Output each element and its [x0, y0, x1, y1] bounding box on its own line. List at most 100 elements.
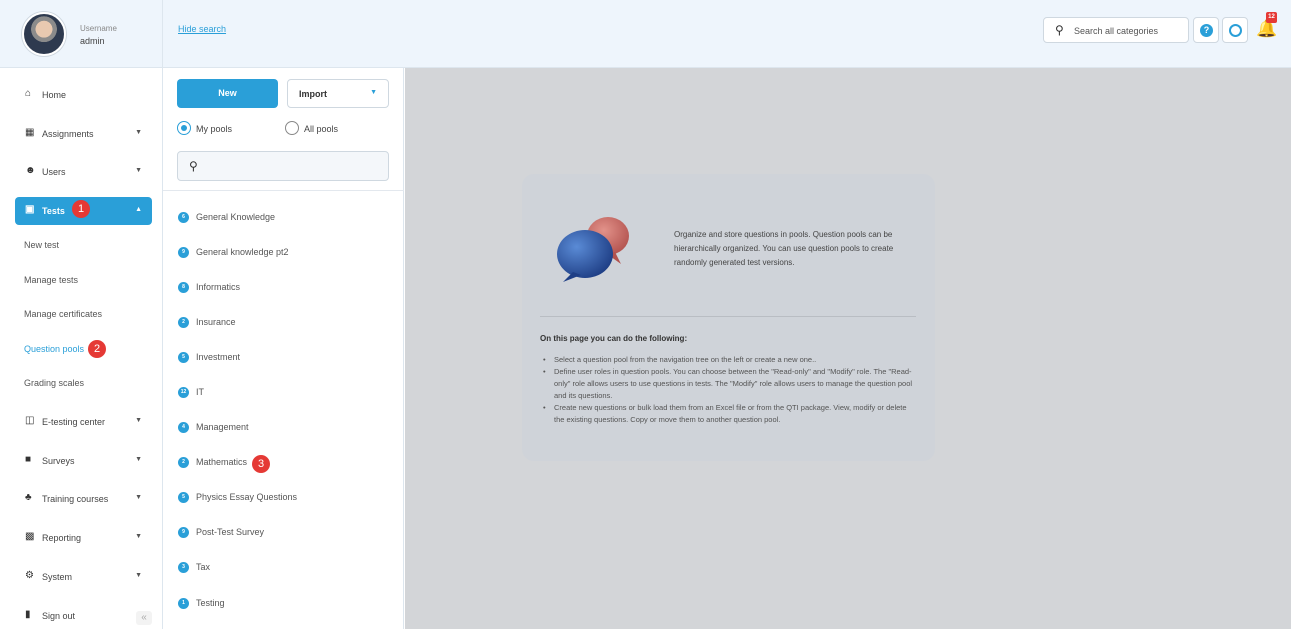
sidebar-item-label: Training courses	[42, 494, 109, 504]
pool-name: Tax	[196, 562, 211, 572]
search-icon: ⚲	[189, 159, 198, 173]
chevron-down-icon: ▼	[135, 456, 142, 463]
my-pools-radio[interactable]	[177, 121, 191, 135]
pool-count-badge: 2	[178, 317, 189, 328]
pool-count-badge: 3	[178, 562, 189, 573]
pool-name: Post-Test Survey	[196, 527, 265, 537]
assignments-icon: ▦	[25, 127, 35, 138]
pool-name: Management	[196, 422, 249, 432]
pool-count-badge: 6	[178, 212, 189, 223]
info-list: Select a question pool from the navigati…	[540, 354, 916, 426]
pool-name: Informatics	[196, 282, 241, 292]
global-search-placeholder: Search all categories	[1074, 26, 1159, 36]
pool-name: Investment	[196, 352, 241, 362]
sidebar-item-label: Home	[42, 90, 67, 100]
all-pools-radio[interactable]	[285, 121, 299, 135]
tests-icon: ▣	[25, 204, 35, 215]
sidebar-item-home[interactable]: ⌂ Home	[15, 81, 152, 109]
divider	[540, 316, 916, 317]
sidebar-item-label: E-testing center	[42, 417, 106, 427]
avatar[interactable]	[22, 12, 66, 56]
sidebar-item-training-courses[interactable]: ♣ Training courses ▼	[15, 485, 152, 513]
pool-count-badge: 9	[178, 527, 189, 538]
home-icon: ⌂	[25, 88, 32, 99]
sidebar-subitem-grading-scales[interactable]: Grading scales	[24, 378, 84, 388]
chevron-down-icon: ▼	[135, 572, 142, 579]
pool-name: Mathematics	[196, 457, 248, 467]
reporting-icon: ▩	[25, 531, 35, 542]
pool-name: Testing	[196, 598, 225, 608]
sidebar-item-label: Reporting	[42, 533, 82, 543]
chevron-down-icon: ▼	[135, 533, 142, 540]
chevron-down-icon: ▼	[135, 417, 142, 424]
sign-out-icon: ▮	[25, 609, 31, 620]
pool-name: Physics Essay Questions	[196, 492, 298, 502]
all-pools-label: All pools	[304, 124, 339, 134]
headset-icon	[1229, 24, 1242, 37]
sidebar-subitem-manage-tests[interactable]: Manage tests	[24, 275, 78, 285]
notification-badge: 12	[1266, 12, 1277, 23]
list-item: Select a question pool from the navigati…	[540, 354, 916, 366]
chevron-down-icon: ▼	[135, 167, 142, 174]
sidebar-subitem-question-pools[interactable]: Question pools	[24, 344, 84, 354]
new-button[interactable]: New	[177, 79, 278, 108]
sidebar-item-label: Users	[42, 167, 66, 177]
pool-count-badge: 5	[178, 352, 189, 363]
my-pools-label: My pools	[196, 124, 233, 134]
support-button[interactable]	[1222, 17, 1248, 43]
sidebar-item-assignments[interactable]: ▦ Assignments ▼	[15, 120, 152, 148]
sidebar-item-label: Assignments	[42, 129, 94, 139]
search-icon: ⚲	[1055, 23, 1064, 37]
sidebar-item-reporting[interactable]: ▩ Reporting ▼	[15, 524, 152, 552]
help-icon: ?	[1200, 24, 1213, 37]
pool-count-badge: 8	[178, 282, 189, 293]
sidebar-item-surveys[interactable]: ■ Surveys ▼	[15, 447, 152, 475]
sidebar-item-label: System	[42, 572, 73, 582]
global-search-input[interactable]: ⚲ Search all categories	[1043, 17, 1189, 43]
pool-count-badge: 4	[178, 422, 189, 433]
pool-description: Organize and store questions in pools. Q…	[674, 230, 894, 267]
pool-search-input[interactable]: ⚲	[177, 151, 389, 181]
user-profile[interactable]: Username admin	[0, 0, 163, 68]
annotation-marker: 1	[72, 200, 90, 218]
collapse-sidebar-button[interactable]: «	[136, 611, 152, 625]
sidebar-item-users[interactable]: ☻ Users ▼	[15, 158, 152, 186]
pool-count-badge: 1	[178, 598, 189, 609]
pool-count-badge: 12	[178, 387, 189, 398]
sidebar-item-label: Sign out	[42, 611, 76, 621]
sidebar-item-system[interactable]: ⚙ System ▼	[15, 563, 152, 591]
list-item: Create new questions or bulk load them f…	[540, 402, 916, 426]
pool-name: IT	[196, 387, 204, 397]
pool-count-badge: 9	[178, 247, 189, 258]
pool-name: General Knowledge	[196, 212, 276, 222]
chevron-down-icon: ▼	[135, 494, 142, 501]
pool-count-badge: 2	[178, 457, 189, 468]
annotation-marker: 3	[252, 455, 270, 473]
divider	[163, 190, 404, 191]
info-heading: On this page you can do the following:	[540, 334, 688, 343]
import-label: Import	[299, 89, 327, 99]
chevron-up-icon: ▲	[135, 206, 142, 213]
annotation-marker: 2	[88, 340, 106, 358]
sidebar-item-label: Surveys	[42, 456, 75, 466]
trophy-icon: ♣	[25, 492, 32, 503]
list-item: Define user roles in question pools. You…	[540, 366, 916, 402]
chevron-down-icon: ▼	[370, 89, 377, 96]
pool-name: Insurance	[196, 317, 236, 327]
monitor-icon: ◫	[25, 415, 35, 426]
sidebar-subitem-new-test[interactable]: New test	[24, 240, 59, 250]
chevron-down-icon: ▼	[135, 129, 142, 136]
help-button[interactable]: ?	[1193, 17, 1219, 43]
users-icon: ☻	[25, 165, 36, 176]
username-label: Username	[80, 24, 117, 33]
sidebar-subitem-manage-certificates[interactable]: Manage certificates	[24, 309, 102, 319]
pool-count-badge: 5	[178, 492, 189, 503]
hide-search-link[interactable]: Hide search	[178, 24, 226, 34]
surveys-icon: ■	[25, 454, 32, 465]
speech-bubbles-icon	[557, 217, 629, 282]
sidebar-item-e-testing-center[interactable]: ◫ E-testing center ▼	[15, 408, 152, 436]
gear-icon: ⚙	[25, 570, 34, 581]
import-dropdown[interactable]: Import ▼	[287, 79, 389, 108]
pool-name: General knowledge pt2	[196, 247, 289, 257]
sidebar-item-sign-out[interactable]: ▮ Sign out	[15, 602, 152, 629]
